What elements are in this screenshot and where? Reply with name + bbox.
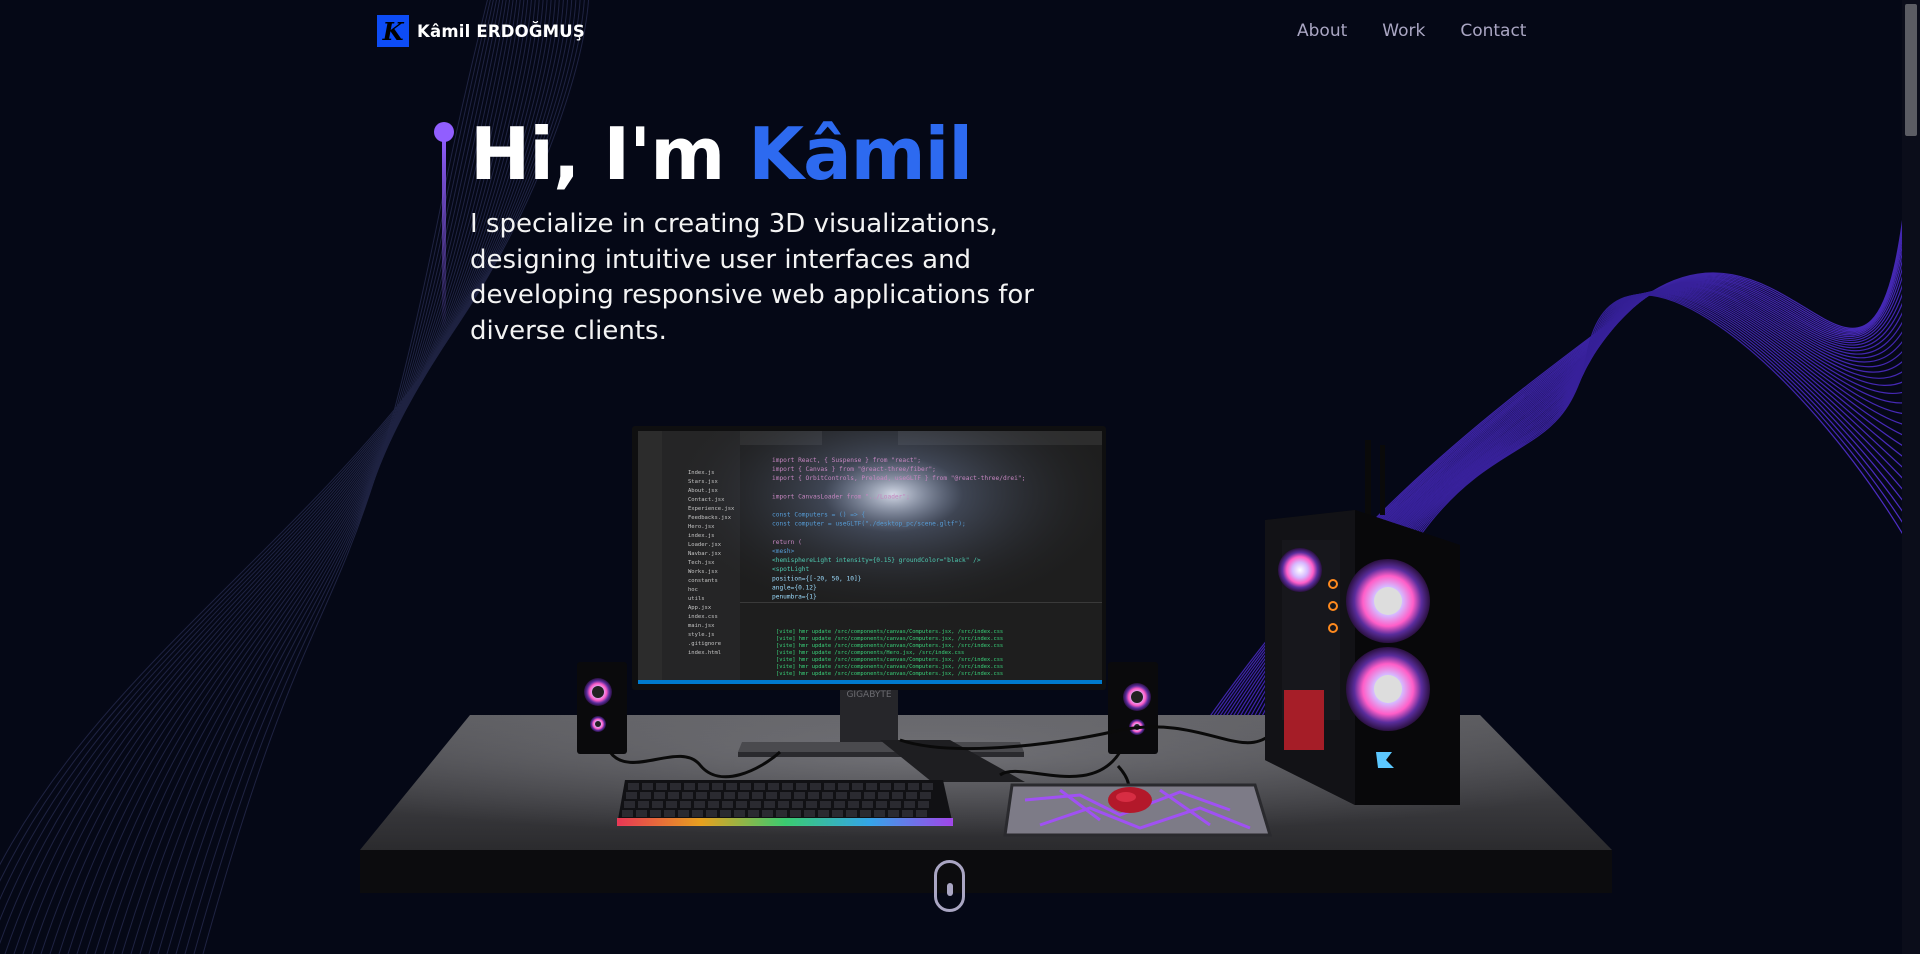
explorer-file: Index.js — [688, 470, 715, 476]
brand-name: Kâmil ERDOĞMUŞ — [417, 21, 585, 41]
explorer-file: utils — [688, 596, 705, 602]
terminal-line: [vite] hmr update /src/components/canvas… — [776, 636, 1003, 642]
terminal-line: [vite] hmr update /src/components/canvas… — [776, 643, 1003, 649]
nav-about[interactable]: About — [1297, 21, 1347, 41]
explorer-file: Navbar.jsx — [688, 551, 722, 557]
explorer-file: main.jsx — [688, 623, 715, 629]
terminal-line: [vite] hmr update /src/components/Hero.j… — [776, 650, 964, 656]
timeline-line — [442, 138, 446, 328]
explorer-file: Tech.jsx — [688, 560, 715, 566]
terminal-line: [vite] hmr update /src/components/canvas… — [776, 657, 1003, 663]
logo-link[interactable]: K Kâmil ERDOĞMUŞ — [377, 15, 585, 47]
pc-case — [1265, 440, 1460, 805]
hero-name: Kâmil — [748, 112, 973, 196]
logo-initial: K — [382, 16, 404, 46]
code-line: <hemisphereLight intensity={0.15} ground… — [772, 557, 981, 564]
scrollbar[interactable] — [1902, 0, 1920, 954]
explorer-file: App.jsx — [688, 605, 712, 611]
code-line: const computer = useGLTF("./desktop_pc/s… — [772, 521, 966, 528]
nav-links: About Work Contact — [1262, 21, 1526, 41]
k-logo-icon: K — [377, 15, 409, 47]
code-line: import CanvasLoader from "../Loader"; — [772, 493, 910, 500]
scroll-mouse-icon[interactable] — [934, 860, 965, 912]
explorer-file: index.html — [688, 650, 721, 656]
navbar: K Kâmil ERDOĞMUŞ About Work Contact — [0, 0, 1902, 64]
explorer-file: constants — [688, 578, 718, 584]
explorer-file: Loader.jsx — [688, 542, 722, 548]
hero-title: Hi, I'm Kâmil — [470, 112, 973, 196]
explorer-file: Contact.jsx — [688, 497, 725, 503]
code-line: import React, { Suspense } from "react"; — [772, 457, 921, 464]
code-line: return ( — [772, 539, 802, 546]
explorer-file: Feedbacks.jsx — [688, 515, 732, 521]
code-line: <mesh> — [772, 548, 795, 555]
right-speaker — [1108, 662, 1158, 754]
nav-work[interactable]: Work — [1382, 21, 1425, 41]
explorer-file: Works.jsx — [688, 569, 718, 575]
hero-subtitle: I specialize in creating 3D visualizatio… — [470, 209, 1034, 346]
code-line: const Computers = () => { — [772, 512, 865, 519]
hero-greeting: Hi, I'm — [470, 112, 749, 196]
code-line: <spotLight — [772, 566, 810, 573]
code-line: import { OrbitControls, Preload, useGLTF… — [772, 475, 1025, 482]
scroll-dot — [947, 883, 953, 896]
code-line: angle={0.12} — [772, 584, 817, 591]
mouse — [1108, 787, 1152, 813]
scrollbar-thumb[interactable] — [1905, 4, 1917, 136]
monitor-brand: GIGABYTE — [846, 690, 891, 700]
explorer-file: Hero.jsx — [688, 524, 715, 530]
terminal-line: [vite] hmr update /src/components/canvas… — [776, 664, 1003, 670]
explorer-file: About.jsx — [688, 488, 718, 494]
code-line: position={[-20, 50, 10]} — [772, 575, 862, 582]
explorer-file: index.css — [688, 614, 718, 620]
explorer-file: Stars.jsx — [688, 479, 718, 485]
keyboard — [617, 780, 953, 826]
code-line: penumbra={1} — [772, 594, 817, 601]
terminal-line: [vite] hmr update /src/components/canvas… — [776, 671, 1003, 677]
code-line: import { Canvas } from "@react-three/fib… — [772, 466, 936, 473]
explorer-file: .gitignore — [688, 641, 721, 647]
terminal-line: [vite] hmr update /src/components/canvas… — [776, 629, 1003, 635]
explorer-file: index.js — [688, 533, 715, 539]
nav-contact[interactable]: Contact — [1460, 21, 1526, 41]
left-speaker — [577, 662, 627, 754]
explorer-file: Experience.jsx — [688, 506, 735, 512]
explorer-file: style.js — [688, 632, 715, 638]
explorer-file: hoc — [688, 587, 698, 593]
